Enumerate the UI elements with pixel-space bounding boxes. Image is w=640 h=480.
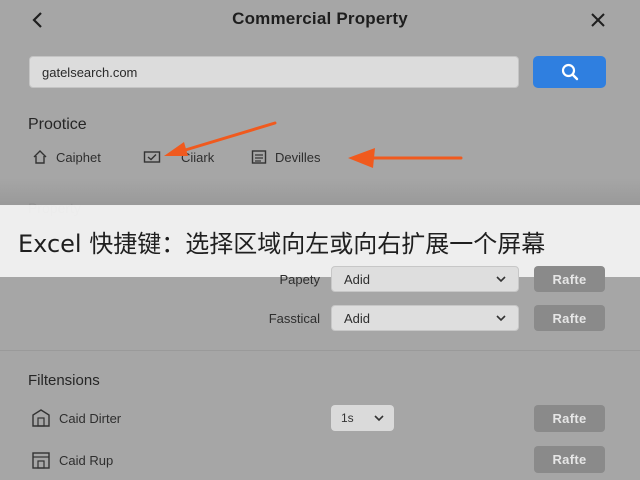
fade-band [0,178,640,206]
select-value: 1s [341,411,354,425]
row-caid-dirter: Caid Dirter [31,408,121,428]
list-icon [251,150,267,164]
rafte-button-caid-rup[interactable]: Rafte [534,446,605,473]
overlay-caption-text: Excel 快捷键：选择区域向左或向右扩展一个屏幕 [18,229,546,258]
search-button[interactable] [533,56,606,88]
building-icon [32,452,50,469]
section-divider [0,350,640,351]
select-value: Adid [344,310,371,326]
chevron-down-icon [374,415,384,422]
rafte-button-papety[interactable]: Rafte [534,266,605,292]
row-label: Caid Rup [59,452,114,468]
section-heading-filtensions: Filtensions [28,372,100,389]
search-icon [561,63,578,81]
close-button[interactable] [586,8,610,32]
row-caid-rup: Caid Rup [31,450,113,470]
chip-devilles[interactable]: Devilles [251,149,321,165]
building-icon [32,409,50,427]
home-icon [33,150,47,164]
select-caid-dirter[interactable]: 1s [331,405,394,431]
chevron-down-icon [496,276,506,283]
section-heading-prootice: Prootice [28,116,87,133]
row-label-papety: Papety [279,272,320,287]
mail-check-icon [143,151,161,163]
select-value: Adid [344,271,371,287]
rafte-button-fasstical[interactable]: Rafte [534,305,605,331]
chip-label: Caiphet [56,149,101,165]
page-title: Commercial Property [232,9,408,28]
row-label-fasstical: Fasstical [268,311,320,326]
select-fasstical[interactable]: Adid [331,305,519,331]
close-icon [591,13,605,27]
select-papety[interactable]: Adid [331,266,519,292]
chip-label: Ciiark [181,149,215,165]
annotation-arrow-2 [348,148,463,168]
chevron-down-icon [496,315,506,322]
search-input[interactable] [29,56,519,88]
chip-ciiark[interactable]: Ciiark [143,149,214,165]
chip-label: Devilles [275,149,321,165]
row-label: Caid Dirter [59,410,122,426]
rafte-button-caid-dirter[interactable]: Rafte [534,405,605,432]
chip-caiphet[interactable]: Caiphet [32,149,101,165]
